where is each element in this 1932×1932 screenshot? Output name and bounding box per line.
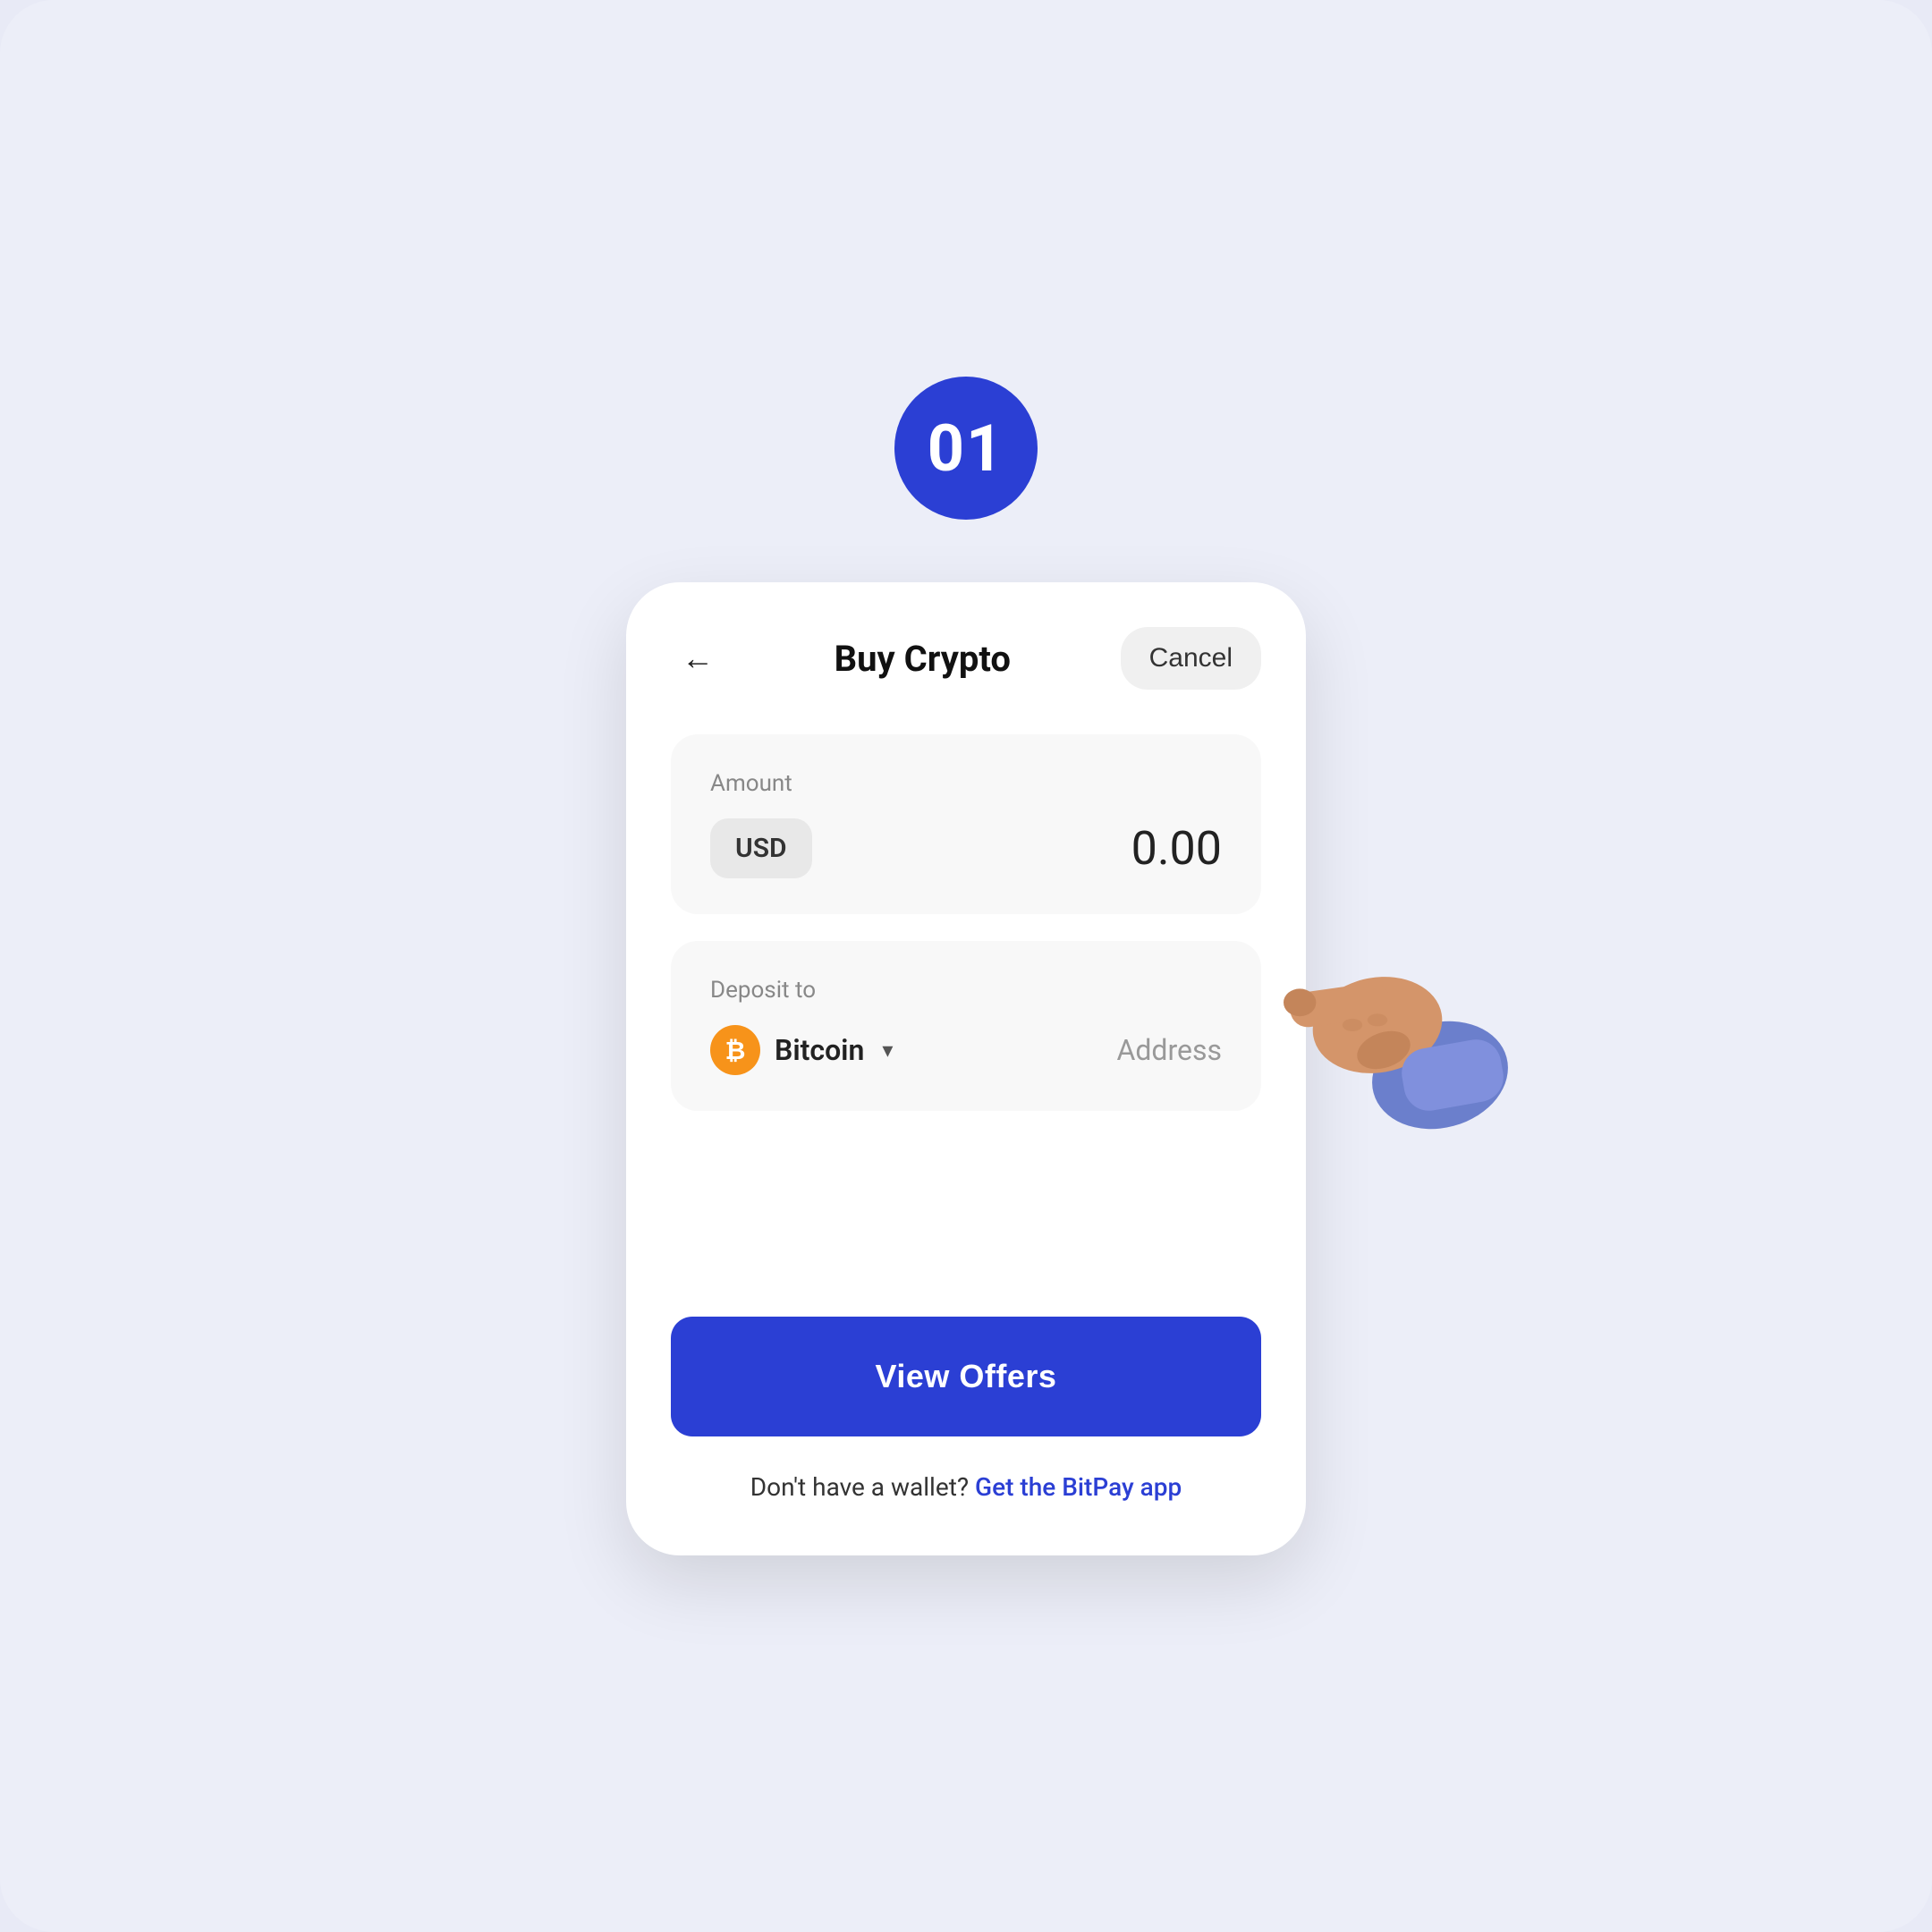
amount-label: Amount <box>710 770 1222 797</box>
deposit-card: Deposit to ₿ Bitcoin ▾ Address <box>671 941 1261 1111</box>
step-badge: 01 <box>894 377 1038 520</box>
deposit-label: Deposit to <box>710 977 1222 1004</box>
back-button[interactable]: ← <box>671 631 724 685</box>
chevron-down-icon: ▾ <box>882 1038 893 1063</box>
step-number: 01 <box>928 411 1005 487</box>
footer-link[interactable]: Get the BitPay app <box>975 1472 1182 1502</box>
footer-static-text: Don't have a wallet? <box>750 1472 969 1502</box>
bitcoin-icon: ₿ <box>710 1025 760 1075</box>
crypto-selector[interactable]: ₿ Bitcoin ▾ <box>710 1025 893 1075</box>
amount-card: Amount USD 0.00 <box>671 734 1261 914</box>
header-title: Buy Crypto <box>835 638 1011 680</box>
cancel-button[interactable]: Cancel <box>1121 627 1261 690</box>
phone-wrapper: ← Buy Crypto Cancel Amount USD 0.00 Depo… <box>626 582 1306 1555</box>
spacer <box>671 1138 1261 1317</box>
address-placeholder[interactable]: Address <box>1116 1033 1222 1067</box>
back-arrow-icon: ← <box>682 640 714 677</box>
view-offers-button[interactable]: View Offers <box>671 1317 1261 1436</box>
currency-badge[interactable]: USD <box>710 818 812 878</box>
deposit-row: ₿ Bitcoin ▾ Address <box>710 1025 1222 1075</box>
header: ← Buy Crypto Cancel <box>671 627 1261 690</box>
scene-container: 01 ← Buy Crypto Cancel Amount USD 0.00 <box>0 0 1932 1932</box>
crypto-name: Bitcoin <box>775 1033 864 1067</box>
footer-text: Don't have a wallet? Get the BitPay app <box>671 1472 1261 1502</box>
phone-card: ← Buy Crypto Cancel Amount USD 0.00 Depo… <box>626 582 1306 1555</box>
amount-row: USD 0.00 <box>710 818 1222 878</box>
amount-value[interactable]: 0.00 <box>1131 821 1222 876</box>
